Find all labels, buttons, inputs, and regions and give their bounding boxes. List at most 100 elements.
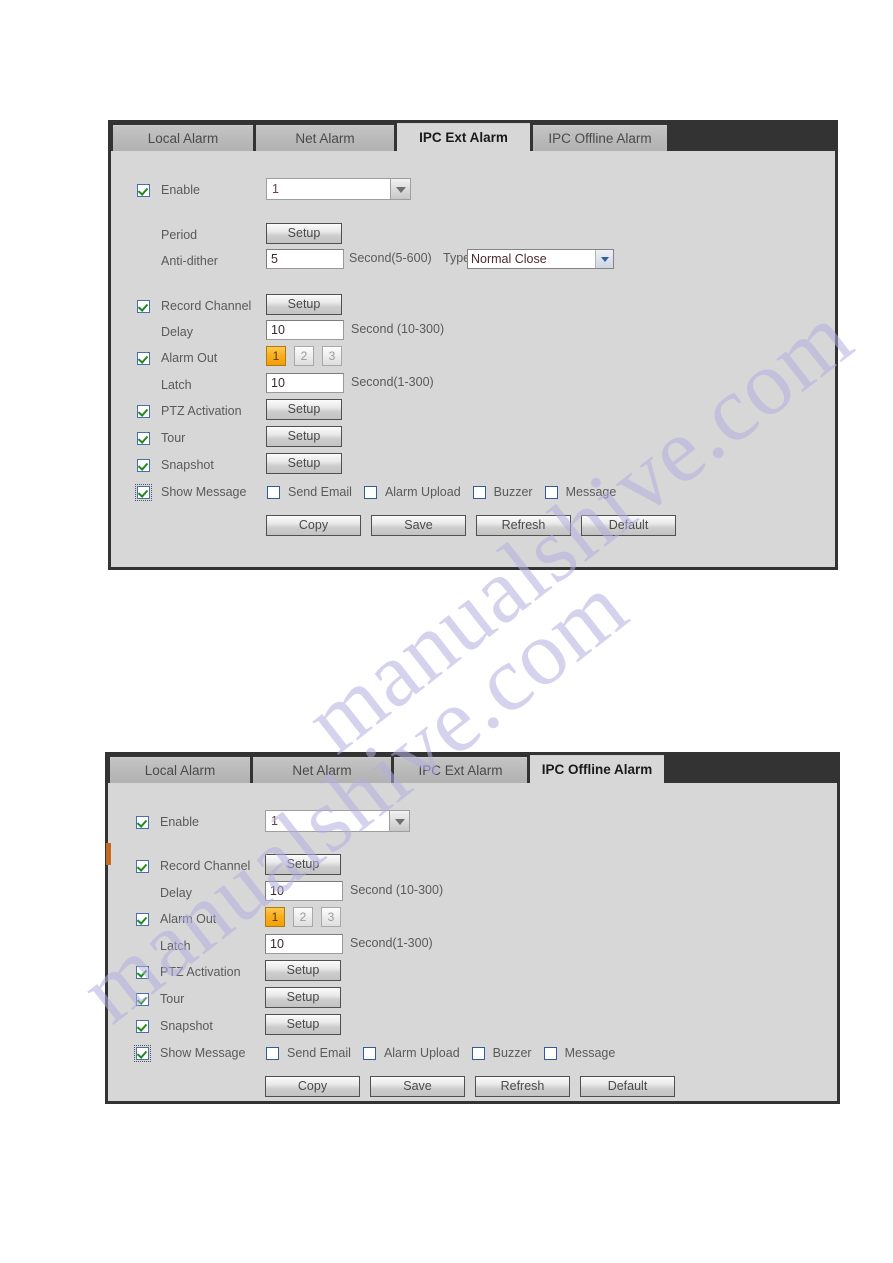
show-message-checkbox[interactable]: [135, 483, 152, 501]
record-channel-setup-button[interactable]: Setup: [265, 854, 341, 875]
send-email-label: Send Email: [287, 1046, 351, 1060]
delay-input[interactable]: [265, 881, 343, 901]
tab-bar-ext: Local Alarm Net Alarm IPC Ext Alarm IPC …: [111, 123, 835, 151]
type-select-value: Normal Close: [471, 252, 547, 266]
chevron-down-icon[interactable]: [389, 810, 410, 832]
ptz-activation-setup-button[interactable]: Setup: [265, 960, 341, 981]
snapshot-checkbox[interactable]: [136, 1019, 149, 1033]
tab-ipc-ext-alarm[interactable]: IPC Ext Alarm: [397, 123, 530, 151]
alarm-upload-option[interactable]: Alarm Upload: [362, 1046, 460, 1060]
tour-checkbox[interactable]: [136, 992, 149, 1006]
latch-hint: Second(1-300): [350, 936, 433, 950]
buzzer-checkbox[interactable]: [472, 485, 486, 499]
alarm-out-channel-1[interactable]: 1: [265, 907, 285, 927]
alarm-out-channel-group: 1 2 3: [266, 346, 350, 366]
show-message-checkbox[interactable]: [134, 1044, 151, 1062]
send-email-option[interactable]: Send Email: [266, 1046, 351, 1060]
enable-label: Enable: [160, 815, 199, 829]
row-record-channel: Record Channel: [137, 295, 251, 317]
tab-local-alarm[interactable]: Local Alarm: [113, 125, 253, 151]
channel-select[interactable]: 1: [266, 178, 411, 200]
enable-label: Enable: [161, 183, 200, 197]
tour-setup-button[interactable]: Setup: [265, 987, 341, 1008]
channel-select[interactable]: 1: [265, 810, 410, 832]
row-tour: Tour: [136, 988, 184, 1010]
message-option[interactable]: Message: [544, 485, 616, 499]
save-button[interactable]: Save: [370, 1076, 465, 1097]
alarm-out-checkbox[interactable]: [136, 912, 149, 926]
message-checkbox[interactable]: [543, 1046, 557, 1060]
ipc-ext-alarm-form: Enable 1 Period Setup Anti-dither Second…: [111, 151, 835, 567]
tour-checkbox[interactable]: [137, 431, 150, 445]
ptz-activation-checkbox[interactable]: [137, 404, 150, 418]
latch-input[interactable]: [266, 373, 344, 393]
record-channel-setup-button[interactable]: Setup: [266, 294, 342, 315]
send-email-checkbox[interactable]: [267, 485, 280, 499]
tab-net-alarm[interactable]: Net Alarm: [256, 125, 394, 151]
alarm-out-channel-2[interactable]: 2: [293, 907, 313, 927]
tab-ipc-ext-alarm[interactable]: IPC Ext Alarm: [394, 757, 527, 783]
latch-label: Latch: [161, 378, 192, 392]
default-button[interactable]: Default: [580, 1076, 675, 1097]
delay-label: Delay: [160, 886, 192, 900]
anti-dither-label: Anti-dither: [161, 254, 218, 268]
refresh-button[interactable]: Refresh: [476, 515, 571, 536]
tour-setup-button[interactable]: Setup: [266, 426, 342, 447]
buzzer-option[interactable]: Buzzer: [472, 485, 533, 499]
record-channel-checkbox[interactable]: [137, 299, 150, 313]
channel-select-value: 1: [265, 810, 389, 832]
alarm-out-channel-1[interactable]: 1: [266, 346, 286, 366]
row-period: Period: [161, 224, 197, 246]
alarm-out-checkbox[interactable]: [137, 351, 150, 365]
snapshot-setup-button[interactable]: Setup: [266, 453, 342, 474]
alarm-upload-checkbox[interactable]: [362, 1046, 376, 1060]
copy-button[interactable]: Copy: [265, 1076, 360, 1097]
alarm-upload-checkbox[interactable]: [363, 485, 377, 499]
buzzer-checkbox[interactable]: [471, 1046, 485, 1060]
message-option[interactable]: Message: [543, 1046, 615, 1060]
row-ptz-activation: PTZ Activation: [136, 961, 241, 983]
ptz-activation-setup-button[interactable]: Setup: [266, 399, 342, 420]
save-button[interactable]: Save: [371, 515, 466, 536]
tab-ipc-offline-alarm[interactable]: IPC Offline Alarm: [533, 125, 667, 151]
period-label: Period: [161, 228, 198, 242]
anti-dither-input[interactable]: [266, 249, 344, 269]
alarm-out-channel-3[interactable]: 3: [322, 346, 342, 366]
row-ptz-activation: PTZ Activation: [137, 400, 242, 422]
tab-local-alarm[interactable]: Local Alarm: [110, 757, 250, 783]
row-snapshot: Snapshot: [137, 454, 214, 476]
buzzer-option[interactable]: Buzzer: [471, 1046, 532, 1060]
alarm-out-channel-3[interactable]: 3: [321, 907, 341, 927]
period-setup-button[interactable]: Setup: [266, 223, 342, 244]
enable-checkbox[interactable]: [136, 815, 149, 829]
copy-button[interactable]: Copy: [266, 515, 361, 536]
refresh-button[interactable]: Refresh: [475, 1076, 570, 1097]
default-button[interactable]: Default: [581, 515, 676, 536]
chevron-down-icon[interactable]: [595, 250, 613, 268]
notification-options-group: Send Email Alarm Upload Buzzer Message: [267, 481, 628, 503]
snapshot-checkbox[interactable]: [137, 458, 150, 472]
alarm-upload-option[interactable]: Alarm Upload: [363, 485, 461, 499]
send-email-checkbox[interactable]: [266, 1046, 279, 1060]
delay-hint: Second (10-300): [351, 322, 445, 336]
show-message-label: Show Message: [160, 1046, 246, 1060]
snapshot-setup-button[interactable]: Setup: [265, 1014, 341, 1035]
tab-net-alarm[interactable]: Net Alarm: [253, 757, 391, 783]
alarm-out-channel-2[interactable]: 2: [294, 346, 314, 366]
action-button-bar: Copy Save Refresh Default: [265, 1076, 675, 1097]
enable-checkbox[interactable]: [137, 183, 150, 197]
row-enable: Enable: [137, 179, 200, 201]
chevron-down-icon[interactable]: [390, 178, 411, 200]
latch-input[interactable]: [265, 934, 343, 954]
tab-ipc-offline-alarm[interactable]: IPC Offline Alarm: [530, 755, 664, 783]
row-delay: Delay: [161, 321, 193, 343]
type-select[interactable]: Normal Close: [467, 249, 614, 269]
row-show-message: Show Message: [134, 1042, 246, 1064]
ptz-activation-label: PTZ Activation: [160, 965, 241, 979]
ptz-activation-checkbox[interactable]: [136, 965, 149, 979]
record-channel-checkbox[interactable]: [136, 859, 149, 873]
message-checkbox[interactable]: [544, 485, 558, 499]
send-email-option[interactable]: Send Email: [267, 485, 352, 499]
delay-input[interactable]: [266, 320, 344, 340]
tab-bar-offline: Local Alarm Net Alarm IPC Ext Alarm IPC …: [108, 755, 837, 783]
